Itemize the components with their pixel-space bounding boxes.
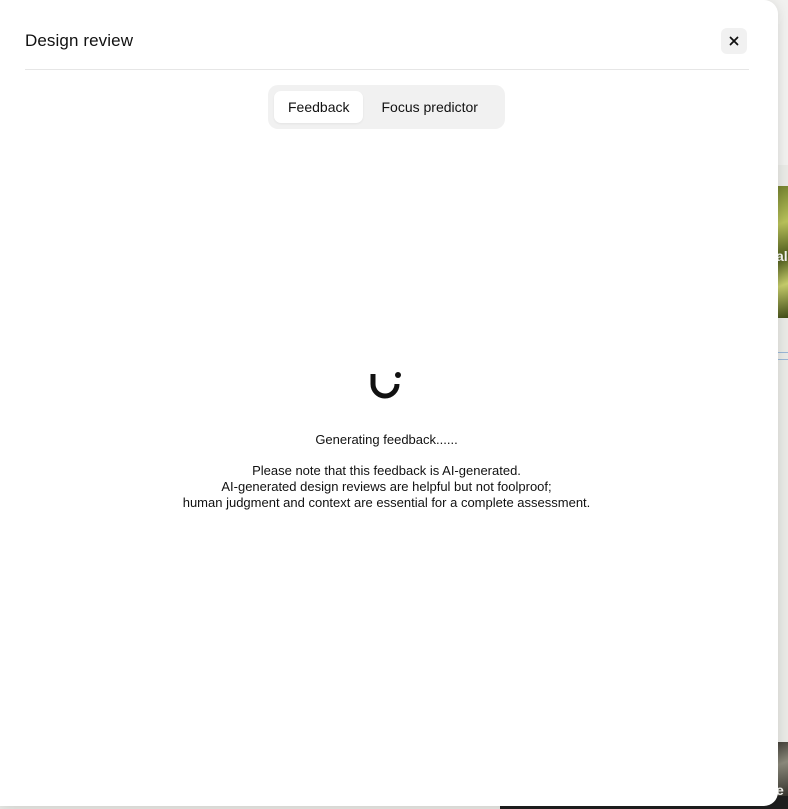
ai-disclaimer-line: human judgment and context are essential… <box>182 495 591 510</box>
review-tabs: Feedback Focus predictor <box>268 85 505 129</box>
close-button[interactable] <box>721 28 747 54</box>
ai-disclaimer: Please note that this feedback is AI-gen… <box>0 463 773 511</box>
modal-header: Design review <box>25 22 749 70</box>
tab-feedback[interactable]: Feedback <box>274 91 364 123</box>
ai-disclaimer-line: Please note that this feedback is AI-gen… <box>252 463 521 478</box>
tab-focus-predictor[interactable]: Focus predictor <box>367 91 491 123</box>
spinner-icon <box>370 372 401 399</box>
close-icon <box>729 36 739 46</box>
ai-disclaimer-line: AI-generated design reviews are helpful … <box>221 479 552 494</box>
loading-status: Generating feedback...... <box>315 432 458 447</box>
design-review-modal: Design review Feedback Focus predictor G… <box>0 0 778 806</box>
modal-title: Design review <box>25 31 134 50</box>
